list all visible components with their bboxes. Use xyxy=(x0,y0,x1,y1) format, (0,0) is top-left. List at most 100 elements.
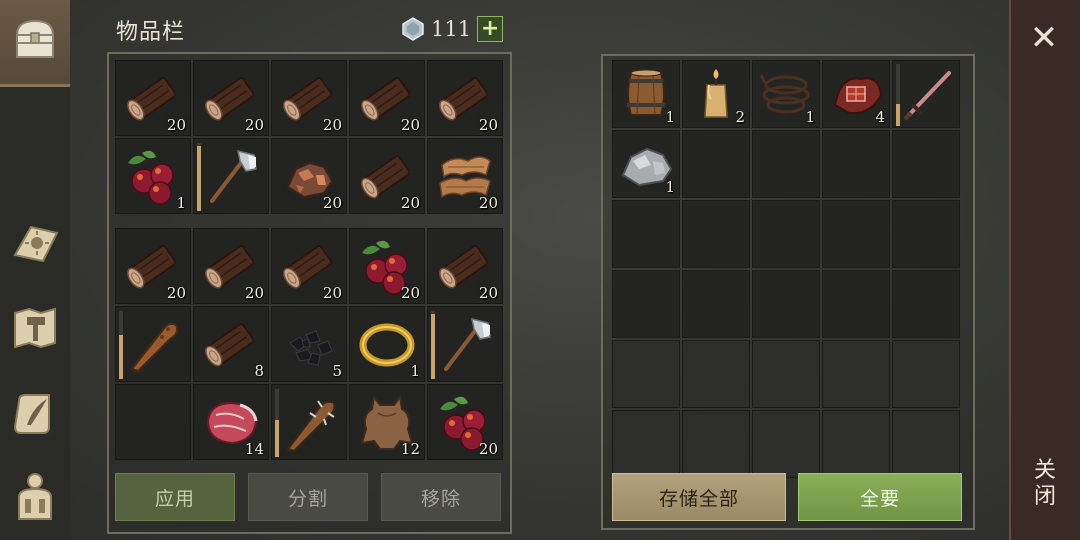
inventory-slot[interactable]: 14 xyxy=(193,384,269,460)
inventory-slot[interactable]: 12 xyxy=(349,384,425,460)
empty-slot[interactable] xyxy=(682,410,750,478)
inventory-slot[interactable] xyxy=(115,306,191,382)
inventory-slot[interactable]: 20 xyxy=(115,228,191,304)
tab-building[interactable] xyxy=(6,298,64,356)
empty-slot[interactable] xyxy=(612,200,680,268)
coal-icon xyxy=(278,313,340,375)
item-quantity: 14 xyxy=(244,440,264,458)
hatchet-icon xyxy=(200,145,262,207)
empty-slot[interactable] xyxy=(822,410,890,478)
gold-ring-icon xyxy=(356,313,418,375)
empty-slot[interactable] xyxy=(612,270,680,338)
gem-counter: 111 + xyxy=(401,16,504,42)
log-icon xyxy=(200,313,262,375)
inventory-slot[interactable] xyxy=(193,138,269,214)
empty-slot[interactable] xyxy=(822,130,890,198)
tab-inventory[interactable] xyxy=(6,10,64,68)
inventory-slot[interactable]: 5 xyxy=(271,306,347,382)
item-quantity: 1 xyxy=(176,194,186,212)
inventory-slot[interactable]: 20 xyxy=(193,60,269,136)
inventory-slot[interactable]: 1 xyxy=(115,138,191,214)
inventory-slot[interactable]: 1 xyxy=(612,60,680,128)
character-gear-icon xyxy=(18,473,52,520)
item-quantity: 20 xyxy=(166,116,186,134)
inventory-slot[interactable]: 20 xyxy=(271,228,347,304)
empty-slot[interactable] xyxy=(822,340,890,408)
inventory-slot[interactable]: 20 xyxy=(271,138,347,214)
inventory-grid-top: 20 20 20 20 20 1 20 20 20 xyxy=(115,60,503,214)
inventory-slot[interactable]: 20 xyxy=(349,60,425,136)
empty-slot[interactable] xyxy=(822,200,890,268)
item-quantity: 20 xyxy=(478,194,498,212)
empty-slot[interactable] xyxy=(752,410,820,478)
empty-slot[interactable] xyxy=(612,340,680,408)
tab-character[interactable] xyxy=(6,466,64,524)
inventory-slot[interactable]: 4 xyxy=(822,60,890,128)
item-quantity: 1 xyxy=(410,362,420,380)
empty-slot[interactable] xyxy=(682,200,750,268)
tab-crafting[interactable] xyxy=(6,214,64,272)
item-quantity: 4 xyxy=(875,108,885,126)
inventory-slot[interactable]: 1 xyxy=(349,306,425,382)
empty-slot[interactable] xyxy=(612,410,680,478)
inventory-slot[interactable]: 1 xyxy=(612,130,680,198)
inventory-slot[interactable] xyxy=(427,306,503,382)
gem-icon xyxy=(402,17,424,41)
empty-slot[interactable] xyxy=(752,340,820,408)
item-quantity: 20 xyxy=(478,116,498,134)
inventory-slot[interactable]: 20 xyxy=(349,228,425,304)
inventory-slot[interactable]: 20 xyxy=(427,60,503,136)
empty-slot[interactable] xyxy=(682,340,750,408)
empty-slot[interactable] xyxy=(115,384,191,460)
close-icon[interactable]: ✕ xyxy=(1026,20,1062,56)
sword-icon xyxy=(897,65,955,123)
inventory-slot[interactable] xyxy=(892,60,960,128)
inventory-slot[interactable]: 20 xyxy=(349,138,425,214)
item-quantity: 20 xyxy=(322,116,342,134)
inventory-slot[interactable]: 2 xyxy=(682,60,750,128)
tab-recipes[interactable] xyxy=(6,384,64,442)
inventory-slot[interactable]: 20 xyxy=(115,60,191,136)
inventory-slot[interactable]: 1 xyxy=(752,60,820,128)
empty-slot[interactable] xyxy=(892,340,960,408)
empty-slot[interactable] xyxy=(892,410,960,478)
item-quantity: 2 xyxy=(735,108,745,126)
add-gems-button[interactable]: + xyxy=(477,16,504,42)
spiked-club-icon xyxy=(278,391,340,453)
apply-button[interactable]: 应用 xyxy=(115,473,235,521)
item-quantity: 20 xyxy=(244,116,264,134)
inventory-slot[interactable]: 20 xyxy=(427,228,503,304)
club-icon xyxy=(122,313,184,375)
inventory-slot[interactable]: 20 xyxy=(193,228,269,304)
inventory-slot[interactable] xyxy=(271,384,347,460)
empty-slot[interactable] xyxy=(752,130,820,198)
inventory-slot[interactable]: 20 xyxy=(271,60,347,136)
empty-slot[interactable] xyxy=(752,270,820,338)
item-quantity: 1 xyxy=(665,108,675,126)
inventory-slot[interactable]: 20 xyxy=(427,138,503,214)
empty-slot[interactable] xyxy=(682,270,750,338)
berries-icon xyxy=(122,145,184,207)
store-all-button[interactable]: 存储全部 xyxy=(612,473,786,521)
item-quantity: 20 xyxy=(244,284,264,302)
item-quantity: 1 xyxy=(805,108,815,126)
inventory-slot[interactable]: 8 xyxy=(193,306,269,382)
remove-button[interactable]: 移除 xyxy=(381,473,501,521)
take-all-button[interactable]: 全要 xyxy=(798,473,962,521)
chest-icon xyxy=(15,19,55,58)
empty-slot[interactable] xyxy=(822,270,890,338)
item-quantity: 20 xyxy=(400,194,420,212)
empty-slot[interactable] xyxy=(682,130,750,198)
empty-slot[interactable] xyxy=(892,270,960,338)
item-quantity: 12 xyxy=(400,440,420,458)
storage-grid: 1 2 1 4 1 xyxy=(612,60,960,478)
empty-slot[interactable] xyxy=(752,200,820,268)
empty-slot[interactable] xyxy=(892,200,960,268)
sun-book-icon xyxy=(13,225,59,263)
inventory-slot[interactable]: 20 xyxy=(427,384,503,460)
item-quantity: 20 xyxy=(400,284,420,302)
close-label[interactable]: 关闭 xyxy=(1030,458,1060,510)
empty-slot[interactable] xyxy=(892,130,960,198)
split-button[interactable]: 分割 xyxy=(248,473,368,521)
category-tab-strip xyxy=(0,0,70,540)
